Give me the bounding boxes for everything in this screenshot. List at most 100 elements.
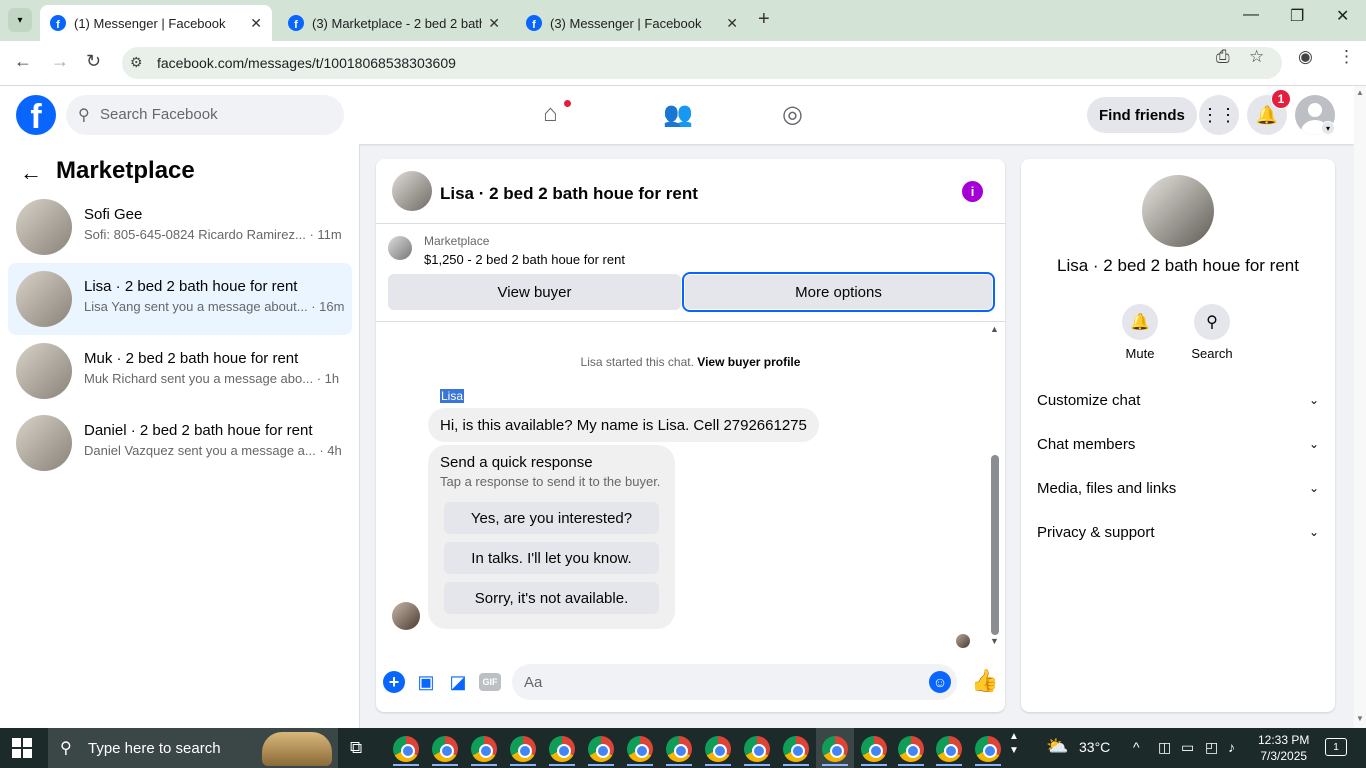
listing-price-title[interactable]: $1,250 - 2 bed 2 bath houe for rent — [424, 252, 625, 267]
chrome-app-icon[interactable] — [510, 736, 536, 766]
emoji-icon[interactable]: ☺ — [929, 671, 951, 693]
media-files-links-section[interactable]: Media, files and links ⌄ — [1029, 466, 1327, 510]
find-friends-button[interactable]: Find friends — [1087, 97, 1197, 133]
chrome-app-icon[interactable] — [588, 736, 614, 766]
menu-grid-icon[interactable]: ⋮⋮ — [1199, 95, 1239, 135]
marketplace-label: Marketplace — [424, 234, 490, 248]
more-options-button[interactable]: More options — [682, 272, 995, 312]
bell-icon: 🔔 — [1122, 304, 1158, 340]
scroll-down-arrow-icon[interactable]: ▼ — [1356, 714, 1364, 723]
meet-now-icon[interactable]: ◫ — [1158, 739, 1171, 756]
thumbs-up-icon[interactable]: 👍 — [971, 668, 998, 694]
back-icon[interactable]: ← — [14, 51, 32, 72]
restore-icon[interactable]: ❐ — [1290, 6, 1304, 26]
bookmark-star-icon[interactable]: ☆ — [1249, 47, 1264, 67]
scroll-up-arrow-icon[interactable]: ▲ — [990, 324, 999, 334]
chrome-app-icon[interactable] — [975, 736, 1001, 766]
listing-thumbnail — [16, 415, 72, 471]
conversation-item[interactable]: Muk · 2 bed 2 bath houe for rent Muk Ric… — [8, 335, 352, 407]
page-scrollbar[interactable]: ▲ ▼ — [1354, 86, 1366, 728]
sticker-icon[interactable]: ◪ — [447, 671, 469, 693]
chrome-app-icon[interactable] — [393, 736, 419, 766]
temperature-text[interactable]: 33°C — [1079, 739, 1110, 755]
browser-tab-2[interactable]: f (3) Marketplace - 2 bed 2 bath ✕ — [278, 5, 510, 41]
close-tab-icon[interactable]: ✕ — [488, 15, 500, 32]
photo-icon[interactable]: ▣ — [415, 671, 437, 693]
info-icon[interactable]: i — [962, 181, 983, 202]
search-chat-button[interactable]: ⚲ Search — [1182, 304, 1242, 361]
conversation-item[interactable]: Daniel · 2 bed 2 bath houe for rent Dani… — [8, 407, 352, 479]
chrome-app-icon[interactable] — [898, 736, 924, 766]
plus-icon[interactable]: + — [383, 671, 405, 693]
chrome-app-icon[interactable] — [744, 736, 770, 766]
chrome-app-icon[interactable] — [549, 736, 575, 766]
browser-menu-icon[interactable]: ⋮ — [1338, 47, 1355, 67]
battery-icon[interactable]: ▭ — [1181, 739, 1194, 756]
quick-response-button[interactable]: In talks. I'll let you know. — [444, 542, 659, 574]
customize-chat-section[interactable]: Customize chat ⌄ — [1029, 378, 1327, 422]
privacy-support-section[interactable]: Privacy & support ⌄ — [1029, 510, 1327, 554]
minimize-icon[interactable]: — — [1243, 6, 1259, 24]
chrome-app-icon[interactable] — [861, 736, 887, 766]
close-window-icon[interactable]: ✕ — [1336, 6, 1349, 26]
friends-icon[interactable]: 👥 — [663, 100, 693, 129]
mute-button[interactable]: 🔔 Mute — [1110, 304, 1170, 361]
quick-response-button[interactable]: Yes, are you interested? — [444, 502, 659, 534]
forward-icon[interactable]: → — [51, 51, 69, 72]
gif-icon[interactable]: GIF — [479, 673, 501, 691]
chevron-down-icon: ⌄ — [1308, 525, 1319, 539]
close-tab-icon[interactable]: ✕ — [250, 15, 262, 32]
sender-name: Lisa — [440, 389, 465, 403]
chevron-down-icon[interactable]: ▾ — [1321, 121, 1335, 135]
volume-icon[interactable]: ♪ — [1228, 739, 1235, 755]
new-tab-icon[interactable]: + — [758, 8, 770, 31]
facebook-logo-icon[interactable]: f — [16, 95, 56, 135]
close-tab-icon[interactable]: ✕ — [726, 15, 738, 32]
taskbar-clock[interactable]: 12:33 PM 7/3/2025 — [1258, 732, 1309, 764]
scroll-down-arrow-icon[interactable]: ▼ — [990, 636, 999, 646]
search-icon: ⚲ — [60, 740, 72, 757]
action-center-icon[interactable]: 1 — [1325, 738, 1347, 756]
scroll-up-arrow-icon[interactable]: ▲ — [1356, 88, 1364, 97]
chat-title[interactable]: Lisa · 2 bed 2 bath houe for rent — [440, 184, 698, 204]
network-icon[interactable]: ◰ — [1205, 739, 1218, 756]
chrome-app-icon[interactable] — [936, 736, 962, 766]
chrome-app-icon[interactable] — [783, 736, 809, 766]
chrome-app-icon[interactable] — [822, 736, 848, 766]
tray-overflow-icon[interactable]: ^ — [1133, 739, 1140, 755]
browser-tab-1[interactable]: f (1) Messenger | Facebook ✕ — [40, 5, 272, 41]
url-omnibox[interactable]: ⚙ facebook.com/messages/t/10018068538303… — [122, 47, 1282, 79]
taskbar-scroll-arrows-icon[interactable]: ▲ ▼ — [1009, 730, 1019, 758]
groups-icon[interactable]: ◎ — [782, 100, 803, 129]
windows-start-icon[interactable] — [12, 738, 34, 758]
chat-avatar[interactable] — [392, 171, 432, 211]
home-icon[interactable]: ⌂ — [543, 100, 558, 128]
view-buyer-button[interactable]: View buyer — [388, 274, 681, 310]
install-app-icon[interactable]: ⎙ — [1216, 47, 1230, 67]
chat-scrollbar-thumb[interactable] — [991, 455, 999, 635]
conversation-item-selected[interactable]: Lisa · 2 bed 2 bath houe for rent Lisa Y… — [8, 263, 352, 335]
search-input[interactable]: ⚲ Search Facebook — [66, 95, 344, 135]
chat-members-section[interactable]: Chat members ⌄ — [1029, 422, 1327, 466]
home-notification-dot — [563, 99, 572, 108]
conversation-item[interactable]: Sofi Gee Sofi: 805-645-0824 Ricardo Rami… — [8, 191, 352, 263]
search-icon: ⚲ — [1194, 304, 1230, 340]
weather-icon[interactable]: ⛅ — [1046, 736, 1068, 757]
chrome-app-icon[interactable] — [627, 736, 653, 766]
conversation-preview: Sofi: 805-645-0824 Ricardo Ramirez... · … — [84, 227, 342, 242]
chrome-app-icon[interactable] — [432, 736, 458, 766]
back-arrow-icon[interactable]: ← — [20, 160, 42, 186]
profile-icon[interactable]: ◉ — [1298, 47, 1313, 67]
chrome-app-icon[interactable] — [666, 736, 692, 766]
chrome-app-icon[interactable] — [471, 736, 497, 766]
message-input[interactable]: Aa ☺ — [512, 664, 957, 700]
browser-tab-3[interactable]: f (3) Messenger | Facebook ✕ — [516, 5, 748, 41]
chrome-app-icon[interactable] — [705, 736, 731, 766]
site-info-icon[interactable]: ⚙ — [130, 54, 143, 71]
quick-response-button[interactable]: Sorry, it's not available. — [444, 582, 659, 614]
tab-search-dropdown[interactable]: ▾ — [8, 8, 32, 32]
reload-icon[interactable]: ↻ — [86, 51, 101, 72]
task-view-icon[interactable]: ⧉ — [350, 738, 362, 758]
view-buyer-profile-link[interactable]: View buyer profile — [697, 355, 800, 369]
taskbar-search-input[interactable]: ⚲ Type here to search — [48, 728, 338, 768]
